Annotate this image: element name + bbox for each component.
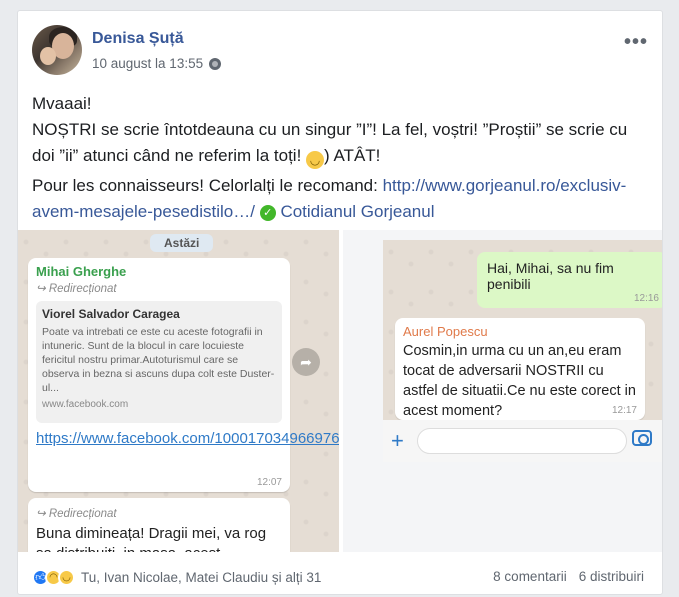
reactions-text: Tu, Ivan Nicolae, Matei Claudiu și alți …: [81, 570, 322, 585]
message-time: 12:07: [256, 477, 282, 488]
page-tag-link[interactable]: Cotidianul Gorjeanul: [280, 202, 434, 221]
sender-name: Mihai Gherghe: [36, 264, 127, 279]
chat-input-field: [417, 428, 627, 454]
avatar[interactable]: [32, 25, 82, 75]
forwarded-label: ↪ Redirecționat: [36, 283, 117, 295]
post-text: Mvaaai! NOȘTRI se scrie întotdeauna cu u…: [32, 91, 652, 229]
globe-icon: [209, 57, 222, 70]
photo-whatsapp-1[interactable]: Astăzi Mihai Gherghe ↪ Redirecționat Vio…: [18, 230, 339, 552]
post-meta: 10 august la 13:55: [92, 56, 222, 71]
message-text: Cosmin,in urma cu un an,eu eram tocat de…: [403, 343, 636, 419]
post-timestamp[interactable]: 10 august la 13:55: [92, 56, 203, 71]
outgoing-message: Hai, Mihai, sa nu fim penibili 12:16: [477, 252, 662, 308]
chat-input-bar: +: [383, 420, 662, 462]
comments-count[interactable]: 8 comentarii: [493, 569, 567, 584]
plus-icon: +: [391, 428, 404, 453]
check-icon: ✓: [259, 205, 276, 221]
post-photos: Astăzi Mihai Gherghe ↪ Redirecționat Vio…: [18, 230, 662, 552]
message-bubble: ↪ Redirecționat Buna dimineața! Dragii m…: [28, 498, 290, 552]
preview-site: www.facebook.com: [42, 399, 129, 410]
smile-emoji-icon: ◡: [306, 151, 325, 169]
preview-description: Poate va intrebati ce este cu aceste fot…: [42, 326, 275, 394]
link-preview: Viorel Salvador Caragea Poate va intreba…: [36, 301, 282, 423]
more-options-icon[interactable]: •••: [624, 31, 648, 54]
post-footer: 👍︎ ◠ ◡ Tu, Ivan Nicolae, Matei Claudiu ș…: [32, 562, 648, 588]
post-paragraph2: Pour les connaisseurs! Celorlalți le rec…: [32, 176, 627, 221]
message-bubble: Mihai Gherghe ↪ Redirecționat Viorel Sal…: [28, 258, 339, 492]
camera-icon: [632, 430, 652, 446]
photo-whatsapp-2[interactable]: Hai, Mihai, sa nu fim penibili 12:16 Aur…: [343, 230, 662, 552]
incoming-message: Aurel Popescu Cosmin,in urma cu un an,eu…: [395, 318, 645, 420]
message-link: https://www.facebook.com/100017034966976…: [36, 430, 339, 447]
reactions-summary[interactable]: 👍︎ ◠ ◡ Tu, Ivan Nicolae, Matei Claudiu ș…: [32, 569, 321, 586]
facebook-post: Denisa Șuță 10 august la 13:55 ••• Mvaaa…: [17, 10, 663, 595]
author-name[interactable]: Denisa Șuță: [92, 30, 184, 48]
shares-count[interactable]: 6 distribuiri: [579, 569, 644, 584]
post-header: Denisa Șuță 10 august la 13:55 •••: [32, 25, 648, 77]
post-paragraph1: NOȘTRI se scrie întotdeauna cu un singur…: [32, 120, 628, 169]
message-time: 12:17: [611, 405, 637, 416]
engagement-counts: 8 comentarii 6 distribuiri: [493, 569, 644, 584]
preview-title: Viorel Salvador Caragea: [42, 307, 180, 321]
post-line1: Mvaaai!: [32, 94, 92, 113]
date-pill: Astăzi: [150, 234, 214, 252]
forwarded-label: ↪ Redirecționat: [36, 508, 117, 520]
message-time: 12:16: [633, 293, 659, 304]
sender-name: Aurel Popescu: [403, 324, 488, 339]
message-text: Buna dimineața! Dragii mei, va rog sa di…: [36, 525, 267, 552]
sad-reaction-icon: ◡: [58, 569, 75, 586]
forward-icon: ➦: [292, 348, 320, 376]
